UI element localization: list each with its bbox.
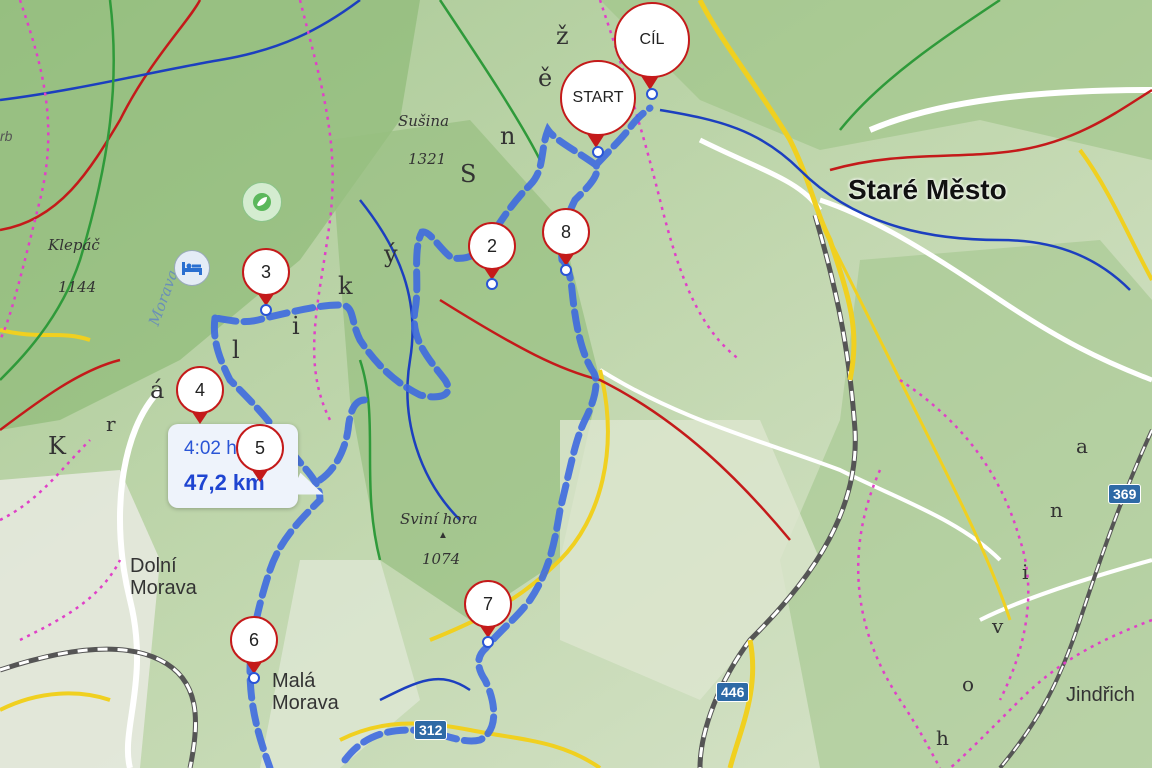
town-line: Malá	[272, 670, 316, 692]
waypoint-marker-7[interactable]: 7	[464, 580, 512, 648]
range-letter: k	[338, 272, 353, 300]
city-label: Staré Město	[848, 174, 1007, 205]
peak-elevation-klepac: 1144	[58, 278, 97, 296]
range-letter: ý	[384, 240, 398, 268]
waypoint-number: 3	[242, 248, 290, 296]
edge-label: rb	[0, 128, 13, 144]
range-letter: S	[460, 160, 477, 188]
range-letter: i	[292, 312, 300, 340]
waypoint-marker-8[interactable]: 8	[542, 208, 590, 276]
pin-point	[482, 636, 494, 648]
peak-marker: ▲	[438, 530, 448, 541]
waypoint-marker-3[interactable]: 3	[242, 248, 290, 316]
bed-icon[interactable]	[174, 250, 210, 286]
range-letter: ě	[538, 64, 553, 92]
town-line: Dolní	[130, 555, 177, 577]
finish-marker[interactable]: CÍL	[614, 2, 690, 100]
waypoint-number: 2	[468, 222, 516, 270]
peak-name-svini-hora: Sviní hora	[400, 510, 478, 528]
town-label-dolni-morava: Dolní Morava	[130, 555, 197, 599]
waypoint-marker-6[interactable]: 6	[230, 616, 278, 684]
range-letter: l	[232, 336, 240, 364]
route-duration: 4:02 h	[184, 438, 237, 459]
waypoint-marker-4[interactable]: 4	[176, 366, 224, 428]
range-letter: o	[962, 672, 975, 696]
town-line: Morava	[130, 577, 197, 599]
peak-elevation-susina: 1321	[408, 150, 447, 168]
town-label-mala-morava: Malá Morava	[272, 670, 339, 714]
leaf-icon	[253, 193, 271, 211]
peak-elevation-svini-hora: 1074	[422, 550, 461, 568]
range-letter: n	[500, 122, 516, 150]
waypoint-number: 5	[236, 424, 284, 472]
range-letter: a	[1076, 434, 1088, 458]
range-letter: r	[106, 412, 116, 436]
town-line: Morava	[272, 692, 339, 714]
town-label-jindrich: Jindřich	[1066, 684, 1135, 706]
peak-name-susina: Sušina	[398, 112, 450, 130]
range-letter: h	[936, 726, 949, 750]
pin-point	[248, 672, 260, 684]
waypoint-number: 7	[464, 580, 512, 628]
town-line: Jindřich	[1066, 684, 1135, 706]
waypoint-marker-5[interactable]: 5	[236, 424, 284, 486]
waypoint-number: 6	[230, 616, 278, 664]
pin-point	[486, 278, 498, 290]
bed-icon	[182, 262, 202, 275]
range-letter: n	[1050, 498, 1063, 522]
road-shield: 369	[1108, 484, 1142, 504]
pin-point	[592, 146, 604, 158]
leaf-icon[interactable]	[242, 182, 282, 222]
road-shield: 312	[414, 720, 448, 740]
waypoint-marker-2[interactable]: 2	[468, 222, 516, 290]
pin-point	[260, 304, 272, 316]
waypoint-number: 8	[542, 208, 590, 256]
range-letter: K	[48, 432, 66, 460]
range-letter: v	[992, 614, 1004, 638]
peak-name-klepac: Klepáč	[48, 236, 100, 254]
road-shield: 446	[716, 682, 750, 702]
map-view[interactable]: Staré Město Dolní Morava Malá Morava Jin…	[0, 0, 1152, 768]
pin-point	[560, 264, 572, 276]
waypoint-number: 4	[176, 366, 224, 414]
range-letter: á	[150, 376, 165, 404]
finish-label: CÍL	[614, 2, 690, 78]
range-letter: i	[1022, 560, 1029, 584]
pin-point	[646, 88, 658, 100]
range-letter: ž	[556, 22, 569, 50]
